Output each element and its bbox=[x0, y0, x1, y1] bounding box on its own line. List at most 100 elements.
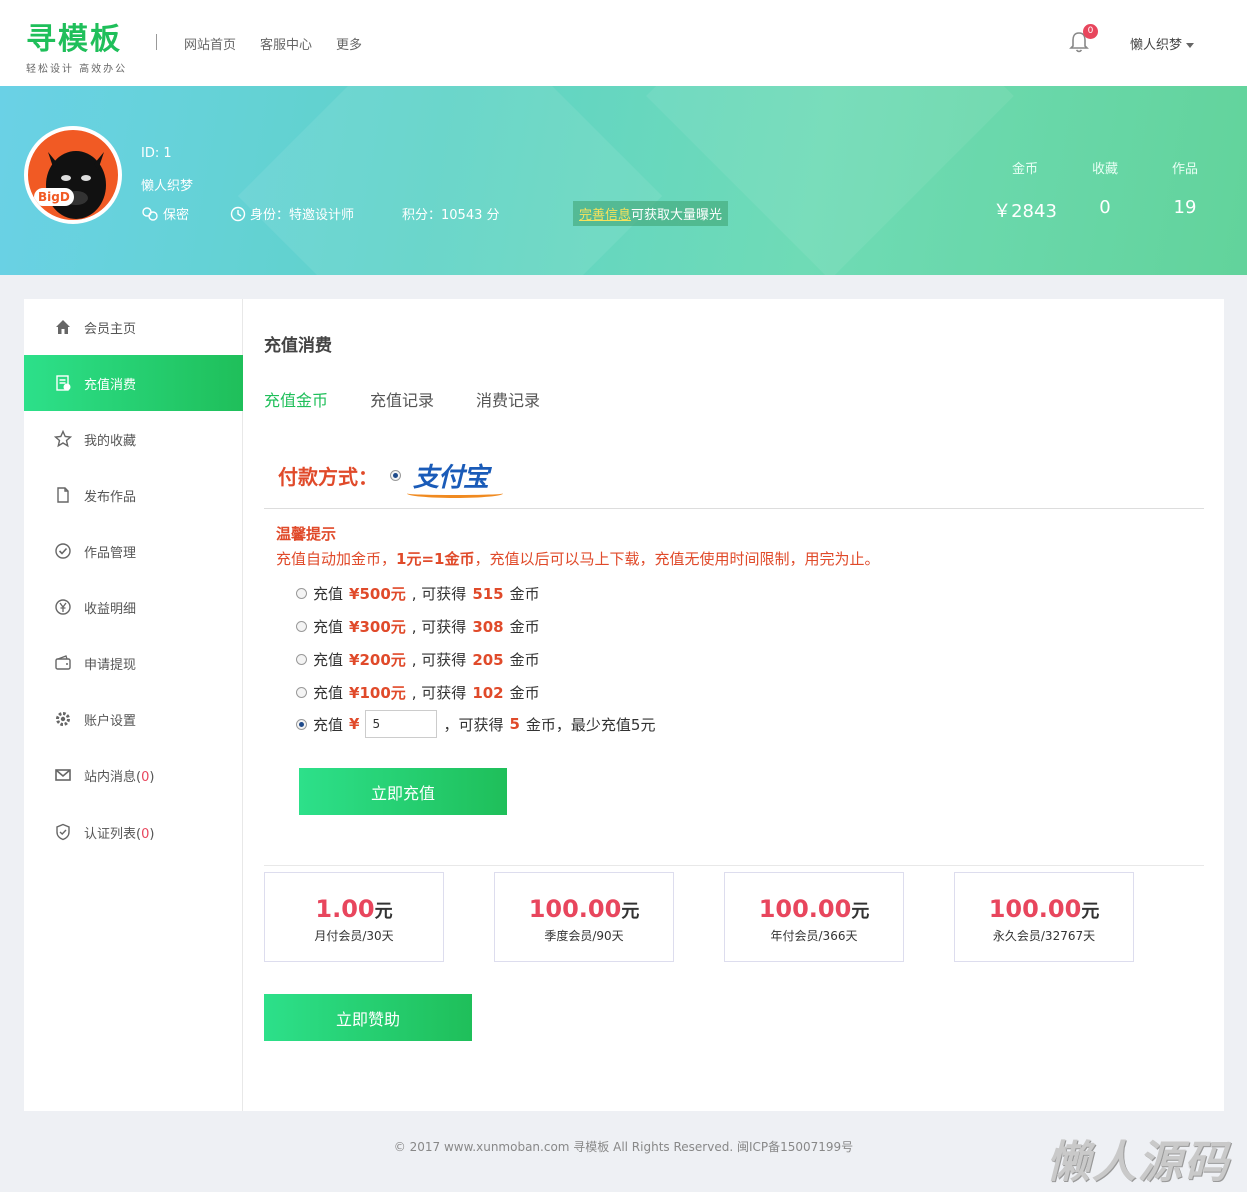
option-mid: , 可获得 bbox=[411, 684, 467, 702]
page-title: 充值消费 bbox=[264, 336, 332, 356]
plan-price-value: 100.00 bbox=[758, 895, 852, 923]
user-id: ID: 1 bbox=[141, 146, 172, 161]
recharge-option-200[interactable]: 充值 ¥200元 , 可获得 205 金币 bbox=[296, 649, 540, 670]
sidebar-item-withdraw[interactable]: 申请提现 bbox=[24, 635, 243, 691]
warm-tip-text: 充值自动加金币，1元=1金币，充值以后可以马上下载，充值无使用时间限制，用完为止… bbox=[276, 548, 879, 569]
banner-decoration bbox=[237, 86, 663, 275]
avatar[interactable]: BigD bbox=[24, 126, 122, 224]
recharge-option-500[interactable]: 充值 ¥500元 , 可获得 515 金币 bbox=[296, 583, 540, 604]
sidebar-item-label-wrap: 认证列表(0) bbox=[84, 826, 155, 842]
sidebar-item-certifications[interactable]: 认证列表(0) bbox=[24, 804, 243, 860]
recharge-option-100[interactable]: 充值 ¥100元 , 可获得 102 金币 bbox=[296, 682, 540, 703]
stat-label: 作品 bbox=[1171, 162, 1198, 177]
option-post: 金币，最少充值5元 bbox=[525, 715, 656, 734]
nav-divider bbox=[156, 34, 157, 50]
sidebar-item-settings[interactable]: 账户设置 bbox=[24, 691, 243, 747]
gender-icon bbox=[142, 206, 158, 221]
content-area: 充值消费 充值金币 充值记录 消费记录 付款方式： 支付宝 温馨提示 充值自动加… bbox=[244, 299, 1224, 1111]
sidebar-item-favorites[interactable]: 我的收藏 bbox=[24, 411, 243, 467]
profile-tip: 完善信息可获取大量曝光 bbox=[573, 201, 729, 226]
user-menu[interactable]: 懒人织梦 bbox=[1130, 34, 1195, 53]
recharge-option-300[interactable]: 充值 ¥300元 , 可获得 308 金币 bbox=[296, 616, 540, 637]
sponsor-button[interactable]: 立即赞助 bbox=[264, 994, 472, 1041]
tab-recharge-coins[interactable]: 充值金币 bbox=[264, 387, 328, 411]
option-radio[interactable] bbox=[296, 621, 307, 632]
plan-price: 100.00元 bbox=[495, 895, 673, 923]
option-coins: 102 bbox=[472, 683, 504, 702]
yen-icon bbox=[54, 598, 72, 616]
plan-price-unit: 元 bbox=[374, 901, 393, 922]
sidebar-item-income[interactable]: 收益明细 bbox=[24, 579, 243, 635]
option-post: 金币 bbox=[509, 651, 540, 669]
option-mid: , 可获得 bbox=[411, 651, 467, 669]
tab-consumption-records[interactable]: 消费记录 bbox=[476, 387, 540, 411]
option-post: 金币 bbox=[509, 618, 540, 636]
sidebar-item-recharge[interactable]: 充值消费 bbox=[24, 355, 243, 411]
option-post: 金币 bbox=[509, 585, 540, 603]
plan-card-yearly[interactable]: 100.00元 年付会员/366天 bbox=[724, 872, 904, 962]
custom-amount-input[interactable] bbox=[365, 710, 438, 738]
check-circle-icon bbox=[54, 542, 72, 560]
site-logo[interactable]: 寻模板 轻松设计 高效办公 bbox=[26, 22, 127, 75]
sidebar-item-label: 发布作品 bbox=[84, 489, 137, 505]
sidebar-item-label: 我的收藏 bbox=[84, 433, 137, 449]
stat-value: 0 bbox=[1099, 197, 1111, 218]
payment-method-row: 付款方式： 支付宝 bbox=[278, 457, 504, 498]
sidebar-item-label: 会员主页 bbox=[84, 321, 137, 337]
identity-value: 身份：特邀设计师 bbox=[250, 208, 355, 223]
sidebar-item-publish[interactable]: 发布作品 bbox=[24, 467, 243, 523]
recharge-option-custom[interactable]: 充值 ¥ ，可获得 5 金币，最少充值5元 bbox=[296, 710, 655, 738]
plan-card-monthly[interactable]: 1.00元 月付会员/30天 bbox=[264, 872, 444, 962]
alipay-radio[interactable] bbox=[390, 470, 401, 481]
gender-info: 保密 bbox=[141, 204, 189, 223]
user-menu-name: 懒人织梦 bbox=[1130, 38, 1183, 53]
tab-recharge-records[interactable]: 充值记录 bbox=[370, 387, 434, 411]
nav-home[interactable]: 网站首页 bbox=[184, 34, 236, 53]
sidebar-item-messages[interactable]: 站内消息(0) bbox=[24, 747, 243, 803]
plan-card-quarterly[interactable]: 100.00元 季度会员/90天 bbox=[494, 872, 674, 962]
shield-icon bbox=[54, 823, 72, 841]
bill-icon bbox=[54, 374, 72, 392]
plan-name: 季度会员/90天 bbox=[544, 929, 624, 943]
option-coins: 515 bbox=[472, 584, 504, 603]
option-coins: 5 bbox=[509, 715, 520, 733]
option-radio[interactable] bbox=[296, 588, 307, 599]
top-bar: 寻模板 轻松设计 高效办公 网站首页 客服中心 更多 0 懒人织梦 bbox=[0, 0, 1247, 86]
sidebar-item-works[interactable]: 作品管理 bbox=[24, 523, 243, 579]
option-mid: , 可获得 bbox=[411, 585, 467, 603]
plan-price: 1.00元 bbox=[265, 895, 443, 923]
option-radio[interactable] bbox=[296, 654, 307, 665]
logo-slogan: 轻松设计 高效办公 bbox=[26, 64, 128, 75]
sidebar-item-label-wrap: 站内消息(0) bbox=[84, 769, 155, 785]
sidebar-item-label: 充值消费 bbox=[84, 377, 137, 393]
option-pre: 充值 bbox=[313, 618, 344, 636]
nav-more[interactable]: 更多 bbox=[336, 34, 362, 53]
plan-price-value: 100.00 bbox=[988, 895, 1082, 923]
option-radio[interactable] bbox=[296, 687, 307, 698]
gender-value: 保密 bbox=[163, 208, 190, 223]
nav-service[interactable]: 客服中心 bbox=[260, 34, 312, 53]
stat-label: 收藏 bbox=[1091, 162, 1118, 177]
avatar-label: BigD bbox=[34, 188, 74, 206]
plan-card-lifetime[interactable]: 100.00元 永久会员/32767天 bbox=[954, 872, 1134, 962]
sidebar-item-label: 认证列表 bbox=[84, 826, 137, 842]
option-amount: ¥100元 bbox=[349, 684, 406, 702]
plan-name: 年付会员/366天 bbox=[770, 929, 858, 943]
stat-favorites: 收藏 0 bbox=[1065, 158, 1145, 218]
warm-tip-post: ，充值以后可以马上下载，充值无使用时间限制，用完为止。 bbox=[474, 550, 880, 568]
option-pre: 充值 bbox=[313, 651, 344, 669]
divider bbox=[264, 508, 1204, 509]
notification-badge: 0 bbox=[1083, 24, 1098, 39]
complete-info-link[interactable]: 完善信息 bbox=[579, 208, 631, 223]
certification-count: 0 bbox=[141, 826, 150, 842]
stat-coins: 金币 ￥2843 bbox=[985, 158, 1065, 223]
option-amount: ¥200元 bbox=[349, 651, 406, 669]
plan-price-unit: 元 bbox=[1081, 901, 1100, 922]
recharge-button[interactable]: 立即充值 bbox=[299, 768, 507, 815]
gear-icon bbox=[54, 710, 72, 728]
sidebar-item-label: 申请提现 bbox=[84, 657, 137, 673]
warm-tip-pre: 充值自动加金币， bbox=[276, 550, 397, 568]
warm-tip-title: 温馨提示 bbox=[276, 525, 337, 543]
option-radio[interactable] bbox=[296, 718, 307, 730]
sidebar-item-home[interactable]: 会员主页 bbox=[24, 299, 243, 355]
